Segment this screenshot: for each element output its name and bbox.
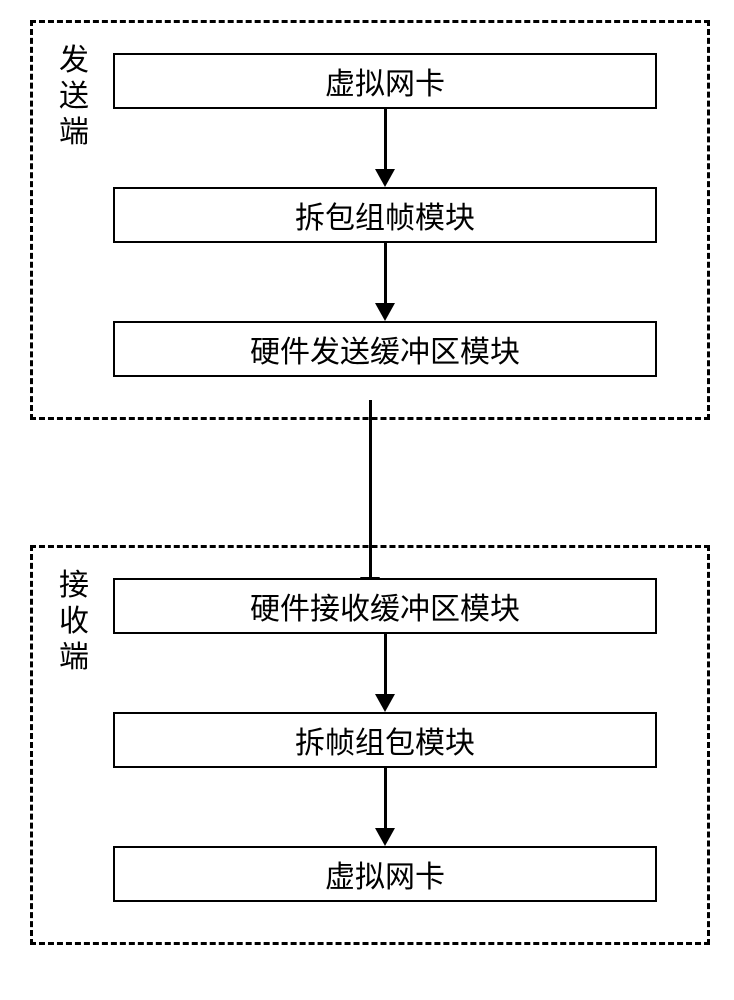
sender-label-char2: 送 (59, 80, 89, 113)
arrow-s1 (113, 109, 657, 187)
sender-box2-text: 拆包组帧模块 (295, 193, 475, 237)
arrow-r2 (113, 768, 657, 846)
receiver-label-char3: 端 (59, 641, 89, 674)
arrow-head-icon (375, 828, 395, 846)
receiver-box2-text: 拆帧组包模块 (295, 718, 475, 762)
sender-label: 发 送 端 (58, 43, 90, 151)
arrow-line (384, 243, 387, 305)
sender-box3-text: 硬件发送缓冲区模块 (250, 327, 520, 371)
arrow-r1 (113, 634, 657, 712)
sender-label-char1: 发 (59, 44, 89, 77)
sender-label-char3: 端 (59, 116, 89, 149)
receiver-group: 接 收 端 硬件接收缓冲区模块 拆帧组包模块 虚拟网卡 (30, 545, 710, 945)
sender-box1-text: 虚拟网卡 (325, 59, 445, 103)
sender-box-hw-send-buffer: 硬件发送缓冲区模块 (113, 321, 657, 377)
sender-box-unpack-frame: 拆包组帧模块 (113, 187, 657, 243)
receiver-box-hw-recv-buffer: 硬件接收缓冲区模块 (113, 578, 657, 634)
receiver-box1-text: 硬件接收缓冲区模块 (250, 584, 520, 628)
sender-box-virtual-nic: 虚拟网卡 (113, 53, 657, 109)
arrow-head-icon (375, 169, 395, 187)
arrow-s2 (113, 243, 657, 321)
arrow-head-icon (375, 694, 395, 712)
receiver-label-char2: 收 (59, 605, 89, 638)
arrow-head-icon (375, 303, 395, 321)
receiver-label-char1: 接 (59, 569, 89, 602)
sender-group: 发 送 端 虚拟网卡 拆包组帧模块 硬件发送缓冲区模块 (30, 20, 710, 420)
receiver-box-unframe-pack: 拆帧组包模块 (113, 712, 657, 768)
flowchart-diagram: 发 送 端 虚拟网卡 拆包组帧模块 硬件发送缓冲区模块 接 收 端 (30, 20, 710, 945)
receiver-box-virtual-nic: 虚拟网卡 (113, 846, 657, 902)
arrow-line (384, 634, 387, 696)
arrow-line (384, 109, 387, 171)
receiver-box3-text: 虚拟网卡 (325, 852, 445, 896)
receiver-label: 接 收 端 (58, 568, 90, 676)
arrow-line (384, 768, 387, 830)
